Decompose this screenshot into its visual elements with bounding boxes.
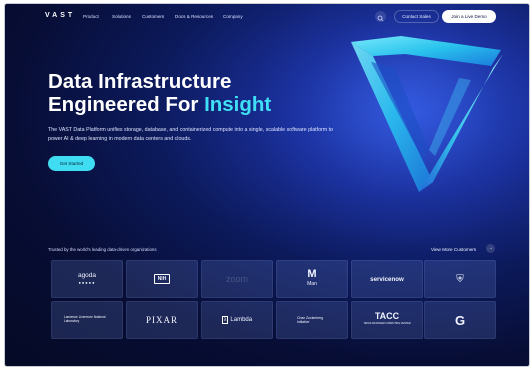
view-more-customers-link[interactable]: View More Customers xyxy=(431,247,476,252)
customer-card-chan-zuckerberg[interactable]: Chan Zuckerberg Initiative xyxy=(276,301,348,339)
customer-card-nhl[interactable]: ⛨ xyxy=(424,260,496,298)
nav-docs-resources[interactable]: Docs & Resources xyxy=(175,14,213,19)
customer-logo-grid: agoda ●●●●● NIH zoom M Man servicenow ⛨ La… xyxy=(51,260,496,340)
arrow-right-icon[interactable]: → xyxy=(486,244,495,253)
browser-page: VAST Product Solutions Customers Docs & … xyxy=(4,3,530,367)
pixar-logo: PIXAR xyxy=(145,315,178,325)
search-button[interactable] xyxy=(375,11,386,22)
customer-card-servicenow[interactable]: servicenow xyxy=(351,260,423,298)
customer-card-agoda[interactable]: agoda ●●●●● xyxy=(51,260,123,298)
g-logo-icon: G xyxy=(454,312,466,328)
customer-card-tacc[interactable]: TACC TEXAS ADVANCED COMPUTING CENTER xyxy=(351,301,423,339)
lawrence-livermore-logo: Lawrence Livermore National Laboratory xyxy=(64,315,106,323)
hero-description: The VAST Data Platform unifies storage, … xyxy=(48,127,334,142)
hero-title-accent: Insight xyxy=(204,93,272,116)
hero-title-prefix: Engineered For xyxy=(48,93,205,116)
customer-card-nih[interactable]: NIH xyxy=(126,260,198,298)
customer-card-lambda[interactable]: λ Lambda xyxy=(201,301,273,339)
hero-title: Data Infrastructure Engineered For Insig… xyxy=(48,70,271,116)
nav-product[interactable]: Product xyxy=(83,14,99,19)
nih-logo: NIH xyxy=(153,274,171,284)
tacc-logo: TACC TEXAS ADVANCED COMPUTING CENTER xyxy=(363,311,411,326)
join-live-demo-button[interactable]: Join a Live Demo xyxy=(442,10,496,23)
man-logo: M Man xyxy=(307,268,317,288)
nhl-shield-icon: ⛨ xyxy=(456,273,464,285)
customer-card-pixar[interactable]: PIXAR xyxy=(126,301,198,339)
nav-customers[interactable]: Customers xyxy=(142,14,164,19)
contact-sales-button[interactable]: Contact Sales xyxy=(394,10,439,23)
hero-title-line-2: Engineered For Insight xyxy=(48,93,271,116)
agoda-logo: agoda ●●●●● xyxy=(77,272,97,285)
search-icon xyxy=(377,15,384,22)
zoom-logo: zoom xyxy=(225,274,248,284)
customer-card-lawrence-livermore[interactable]: Lawrence Livermore National Laboratory xyxy=(51,301,123,339)
nav-solutions[interactable]: Solutions xyxy=(112,14,131,19)
servicenow-logo: servicenow xyxy=(370,275,404,283)
get-started-button[interactable]: Get Started xyxy=(48,156,95,171)
customer-card-zoom[interactable]: zoom xyxy=(201,260,273,298)
nav-company[interactable]: Company xyxy=(223,14,243,19)
chan-zuckerberg-logo: Chan Zuckerberg Initiative xyxy=(297,316,324,324)
vast-triangle-mark-icon xyxy=(351,36,503,192)
top-nav: VAST Product Solutions Customers Docs & … xyxy=(5,4,529,28)
hero-title-line-1: Data Infrastructure xyxy=(48,70,232,93)
vast-logo[interactable]: VAST xyxy=(45,12,75,19)
lambda-logo: λ Lambda xyxy=(221,316,253,324)
trusted-by-label: Trusted by the world's leading data-driv… xyxy=(48,247,157,252)
customer-card-man[interactable]: M Man xyxy=(276,260,348,298)
customer-card-g[interactable]: G xyxy=(424,301,496,339)
